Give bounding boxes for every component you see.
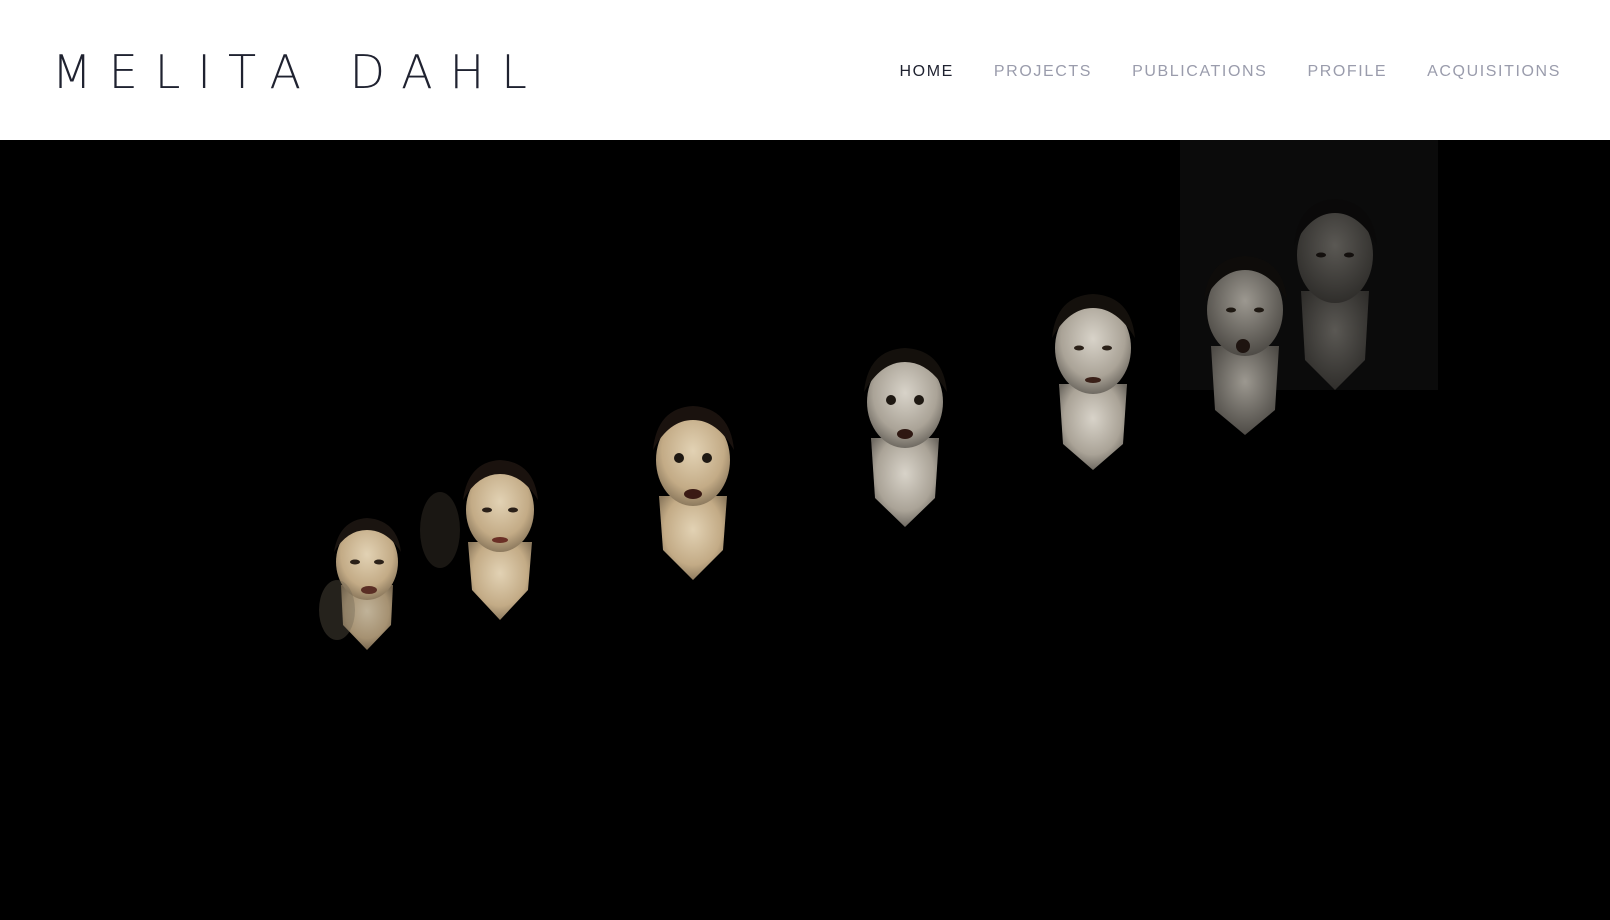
- main-nav: HOME PROJECTS PUBLICATIONS PROFILE ACQUI…: [900, 62, 1562, 82]
- site-title-link[interactable]: MELITA DAHL: [52, 44, 544, 100]
- hero-artwork: [319, 140, 1438, 650]
- face-figure-2: [420, 460, 538, 620]
- face-figure-1: [319, 518, 401, 650]
- page: MELITA DAHL HOME PROJECTS PUBLICATIONS P…: [0, 0, 1610, 920]
- nav-item-acquisitions[interactable]: ACQUISITIONS: [1427, 62, 1561, 82]
- nav-item-home[interactable]: HOME: [900, 62, 954, 82]
- face-figure-3: [653, 406, 734, 580]
- hero-image: [0, 140, 1610, 920]
- nav-item-publications[interactable]: PUBLICATIONS: [1132, 62, 1267, 82]
- nav-item-profile[interactable]: PROFILE: [1307, 62, 1387, 82]
- nav-item-projects[interactable]: PROJECTS: [994, 62, 1092, 82]
- face-figure-4: [864, 348, 947, 527]
- face-figure-5: [1052, 294, 1135, 470]
- site-header: MELITA DAHL HOME PROJECTS PUBLICATIONS P…: [0, 0, 1610, 140]
